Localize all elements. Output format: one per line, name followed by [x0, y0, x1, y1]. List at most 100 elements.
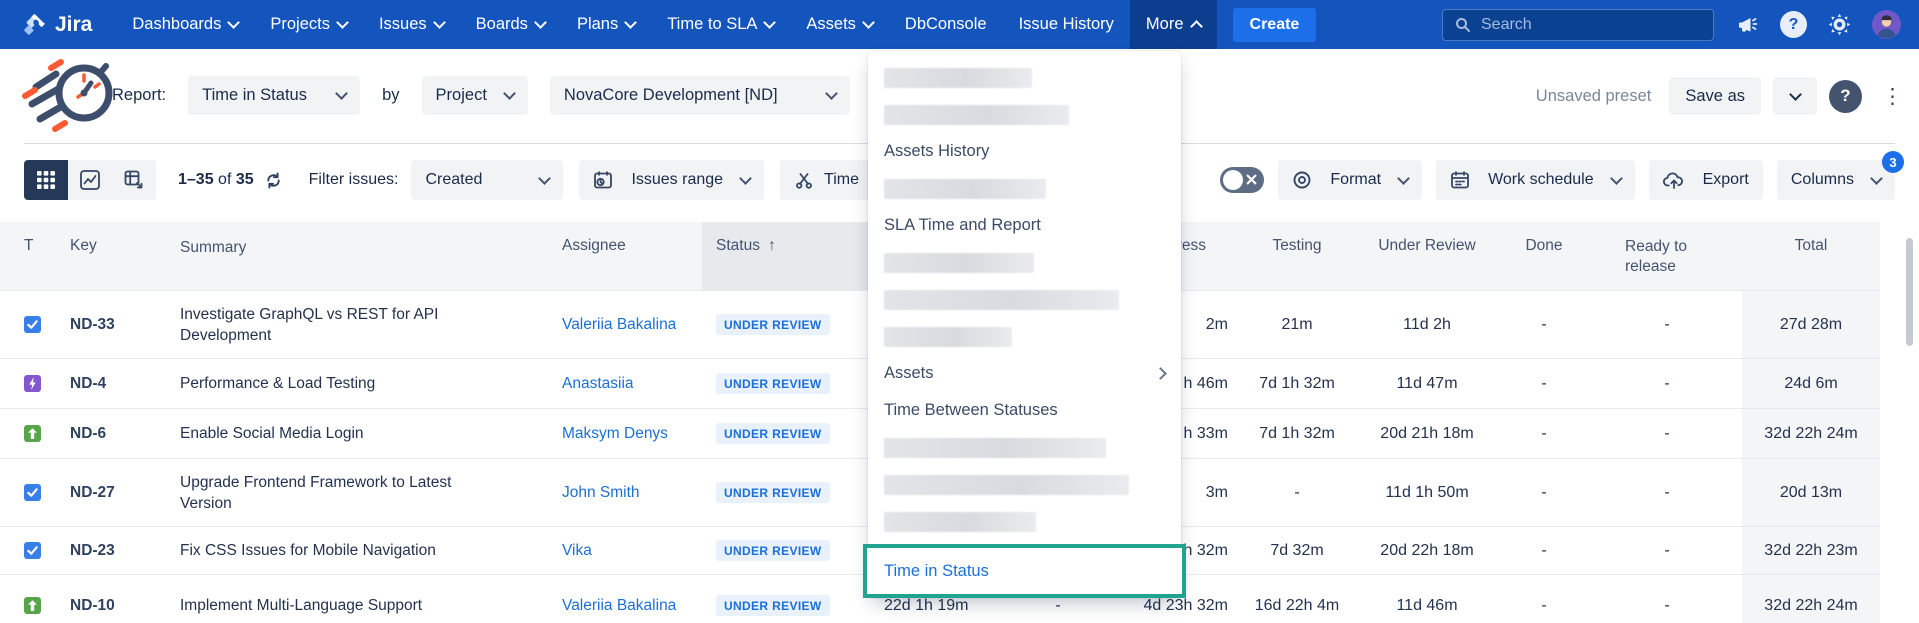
issues-range-button[interactable]: Issues range — [579, 160, 764, 200]
search-input[interactable]: Search — [1442, 9, 1714, 41]
column-header-assignee[interactable]: Assignee — [562, 222, 702, 290]
menu-item-assets-history[interactable]: Assets History — [868, 133, 1181, 170]
cell-summary: Fix CSS Issues for Mobile Navigation — [180, 540, 562, 561]
menu-item-redacted[interactable] — [868, 429, 1181, 466]
work-schedule-button[interactable]: Work schedule — [1436, 160, 1635, 200]
jira-logo-icon — [22, 12, 47, 37]
search-icon — [1455, 17, 1471, 33]
assignee-link[interactable]: Valeriia Bakalina — [562, 597, 702, 615]
menu-item-redacted[interactable] — [868, 96, 1181, 133]
nav-item-more[interactable]: More — [1130, 0, 1217, 49]
menu-item-assets[interactable]: Assets — [868, 355, 1181, 392]
help-icon[interactable]: ? — [1780, 11, 1807, 38]
cell-done: - — [1496, 425, 1592, 443]
vertical-scrollbar-thumb[interactable] — [1906, 238, 1913, 346]
column-header-label: Ready to release — [1625, 237, 1709, 277]
report-type-select[interactable]: Time in Status — [188, 76, 360, 115]
column-header-summary[interactable]: Summary — [180, 222, 562, 290]
cell-done: - — [1496, 484, 1592, 502]
column-header-under_review[interactable]: Under Review — [1358, 222, 1496, 290]
chevron-down-icon — [534, 16, 547, 29]
chart-view-button[interactable] — [68, 160, 112, 200]
filter-issues-label: Filter issues: — [309, 171, 399, 189]
status-badge: UNDER REVIEW — [716, 540, 830, 561]
pivot-view-button[interactable] — [112, 160, 156, 200]
column-header-key[interactable]: Key — [70, 222, 180, 290]
column-header-done[interactable]: Done — [1496, 222, 1592, 290]
group-by-select[interactable]: Project — [422, 76, 528, 115]
nav-item-issues[interactable]: Issues — [363, 0, 460, 49]
chevron-down-icon — [1789, 88, 1802, 101]
assignee-link[interactable]: Anastasiia — [562, 375, 702, 393]
grid-view-button[interactable] — [24, 160, 68, 200]
nav-item-label: Boards — [476, 15, 528, 34]
task-issue-type-icon — [24, 484, 41, 501]
toggle-switch-off[interactable] — [1220, 167, 1264, 193]
redacted-text-bar — [884, 475, 1129, 495]
nav-item-projects[interactable]: Projects — [254, 0, 363, 49]
assignee-link[interactable]: John Smith — [562, 484, 702, 502]
nav-item-time-to-sla[interactable]: Time to SLA — [651, 0, 790, 49]
menu-item-redacted[interactable] — [868, 318, 1181, 355]
menu-item-time-between-statuses[interactable]: Time Between Statuses — [868, 392, 1181, 429]
assignee-link[interactable]: Vika — [562, 542, 702, 560]
assignee-link[interactable]: Valeriia Bakalina — [562, 316, 702, 334]
calendar-clock-icon — [593, 170, 613, 190]
status-badge: UNDER REVIEW — [716, 423, 830, 444]
cell-key: ND-33 — [70, 316, 180, 334]
menu-item-sla-time-and-report[interactable]: SLA Time and Report — [868, 207, 1181, 244]
menu-item-redacted[interactable] — [868, 281, 1181, 318]
top-navigation-bar: Jira DashboardsProjectsIssues Boards Plans… — [0, 0, 1919, 49]
nav-item-label: Assets — [806, 15, 856, 34]
nav-item-assets[interactable]: Assets — [790, 0, 889, 49]
status-badge: UNDER REVIEW — [716, 373, 830, 394]
summary-text: Upgrade Frontend Framework to Latest Ver… — [180, 472, 485, 514]
export-button[interactable]: Export — [1649, 160, 1763, 200]
more-options-kebab-button[interactable]: ⋮ — [1874, 84, 1911, 109]
filter-field-select[interactable]: Created — [411, 160, 563, 200]
refresh-icon[interactable] — [264, 171, 283, 190]
create-button[interactable]: Create — [1233, 8, 1317, 42]
column-header-total[interactable]: Total — [1742, 222, 1880, 290]
nav-item-dbconsole[interactable]: DbConsole — [889, 0, 1003, 49]
menu-item-redacted[interactable] — [868, 466, 1181, 503]
redacted-text-bar — [884, 438, 1106, 458]
project-select[interactable]: NovaCore Development [ND] — [550, 76, 850, 115]
column-header-label: Testing — [1272, 237, 1321, 254]
nav-item-plans[interactable]: Plans — [561, 0, 651, 49]
status-badge: UNDER REVIEW — [716, 314, 830, 335]
user-avatar[interactable] — [1872, 10, 1901, 39]
save-as-button[interactable]: Save as — [1669, 77, 1761, 115]
jira-logo[interactable]: Jira — [22, 0, 92, 49]
redacted-text-bar — [884, 290, 1119, 310]
format-button[interactable]: Format — [1278, 160, 1422, 200]
chevron-up-icon — [1190, 20, 1203, 33]
menu-item-redacted[interactable] — [868, 503, 1181, 540]
format-label: Format — [1330, 171, 1381, 189]
column-header-type[interactable]: T — [24, 222, 70, 290]
columns-button[interactable]: Columns — [1777, 160, 1895, 200]
nav-item-issue-history[interactable]: Issue History — [1003, 0, 1130, 49]
nav-item-boards[interactable]: Boards — [460, 0, 561, 49]
assignee-link[interactable]: Maksym Denys — [562, 425, 702, 443]
task-issue-type-icon — [24, 542, 41, 559]
announcement-megaphone-icon[interactable] — [1735, 13, 1759, 37]
cell-done: - — [1496, 597, 1592, 615]
save-options-button[interactable] — [1773, 77, 1817, 115]
report-help-button[interactable]: ? — [1829, 80, 1862, 113]
nav-item-dashboards[interactable]: Dashboards — [116, 0, 254, 49]
column-header-status[interactable]: Status↑ — [702, 222, 872, 290]
column-header-label: Done — [1525, 237, 1562, 254]
menu-item-redacted[interactable] — [868, 244, 1181, 281]
menu-item-redacted[interactable] — [868, 170, 1181, 207]
redacted-text-bar — [884, 179, 1046, 199]
cell-type — [24, 597, 70, 615]
menu-item-time-in-status-highlighted[interactable]: Time in Status — [863, 544, 1186, 598]
menu-item-redacted[interactable] — [868, 59, 1181, 96]
format-target-icon — [1292, 170, 1312, 190]
column-header-testing[interactable]: Testing — [1236, 222, 1358, 290]
column-header-ready_to_release[interactable]: Ready to release — [1592, 222, 1742, 290]
chevron-down-icon — [1610, 172, 1623, 185]
gear-icon[interactable] — [1828, 13, 1851, 36]
cell-done: - — [1496, 375, 1592, 393]
